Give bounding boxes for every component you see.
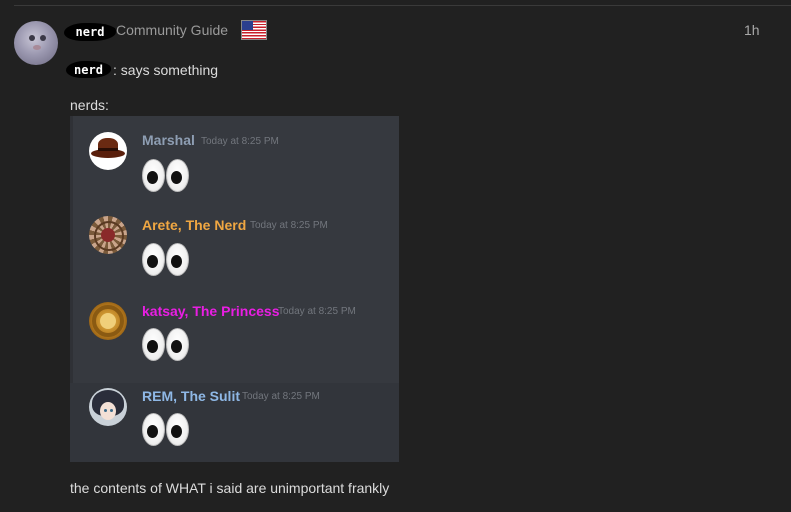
rem-avatar — [89, 388, 127, 426]
author-role: Community Guide — [116, 22, 229, 38]
quoted-nick-badge: nerd — [66, 61, 111, 78]
embedded-screenshot[interactable]: Marshal Today at 8:25 PM Arete, The Nerd… — [70, 116, 399, 462]
us-flag-icon — [241, 20, 267, 40]
eyes-emoji-icon — [142, 243, 190, 277]
eyes-emoji-icon — [142, 413, 190, 447]
post-line-2: nerds: — [70, 97, 109, 113]
eyes-emoji-icon — [142, 328, 190, 362]
author-avatar[interactable] — [14, 21, 58, 65]
post-line-1: : says something — [113, 62, 219, 78]
message-username: Marshal — [142, 132, 195, 148]
top-divider — [14, 5, 791, 6]
message-username: Arete, The Nerd — [142, 217, 247, 233]
chat-message: REM, The Sulit Today at 8:25 PM — [70, 371, 399, 451]
message-timestamp: Today at 8:25 PM — [250, 220, 328, 231]
post-footer-text: the contents of WHAT i said are unimport… — [70, 480, 390, 496]
chat-message: Marshal Today at 8:25 PM — [70, 116, 399, 196]
message-timestamp: Today at 8:25 PM — [242, 391, 320, 402]
eyes-emoji-icon — [142, 159, 190, 193]
message-username: katsay, The Princess — [142, 303, 280, 319]
message-timestamp: Today at 8:25 PM — [201, 136, 279, 147]
marshal-avatar — [89, 132, 127, 170]
chat-message: katsay, The Princess Today at 8:25 PM — [70, 286, 399, 366]
author-nick-badge[interactable]: nerd — [64, 23, 116, 41]
chat-message: Arete, The Nerd Today at 8:25 PM — [70, 200, 399, 280]
message-username: REM, The Sulit — [142, 388, 240, 404]
katsay-avatar — [89, 302, 127, 340]
post-time: 1h — [744, 22, 760, 38]
arete-avatar — [89, 216, 127, 254]
message-timestamp: Today at 8:25 PM — [278, 306, 356, 317]
